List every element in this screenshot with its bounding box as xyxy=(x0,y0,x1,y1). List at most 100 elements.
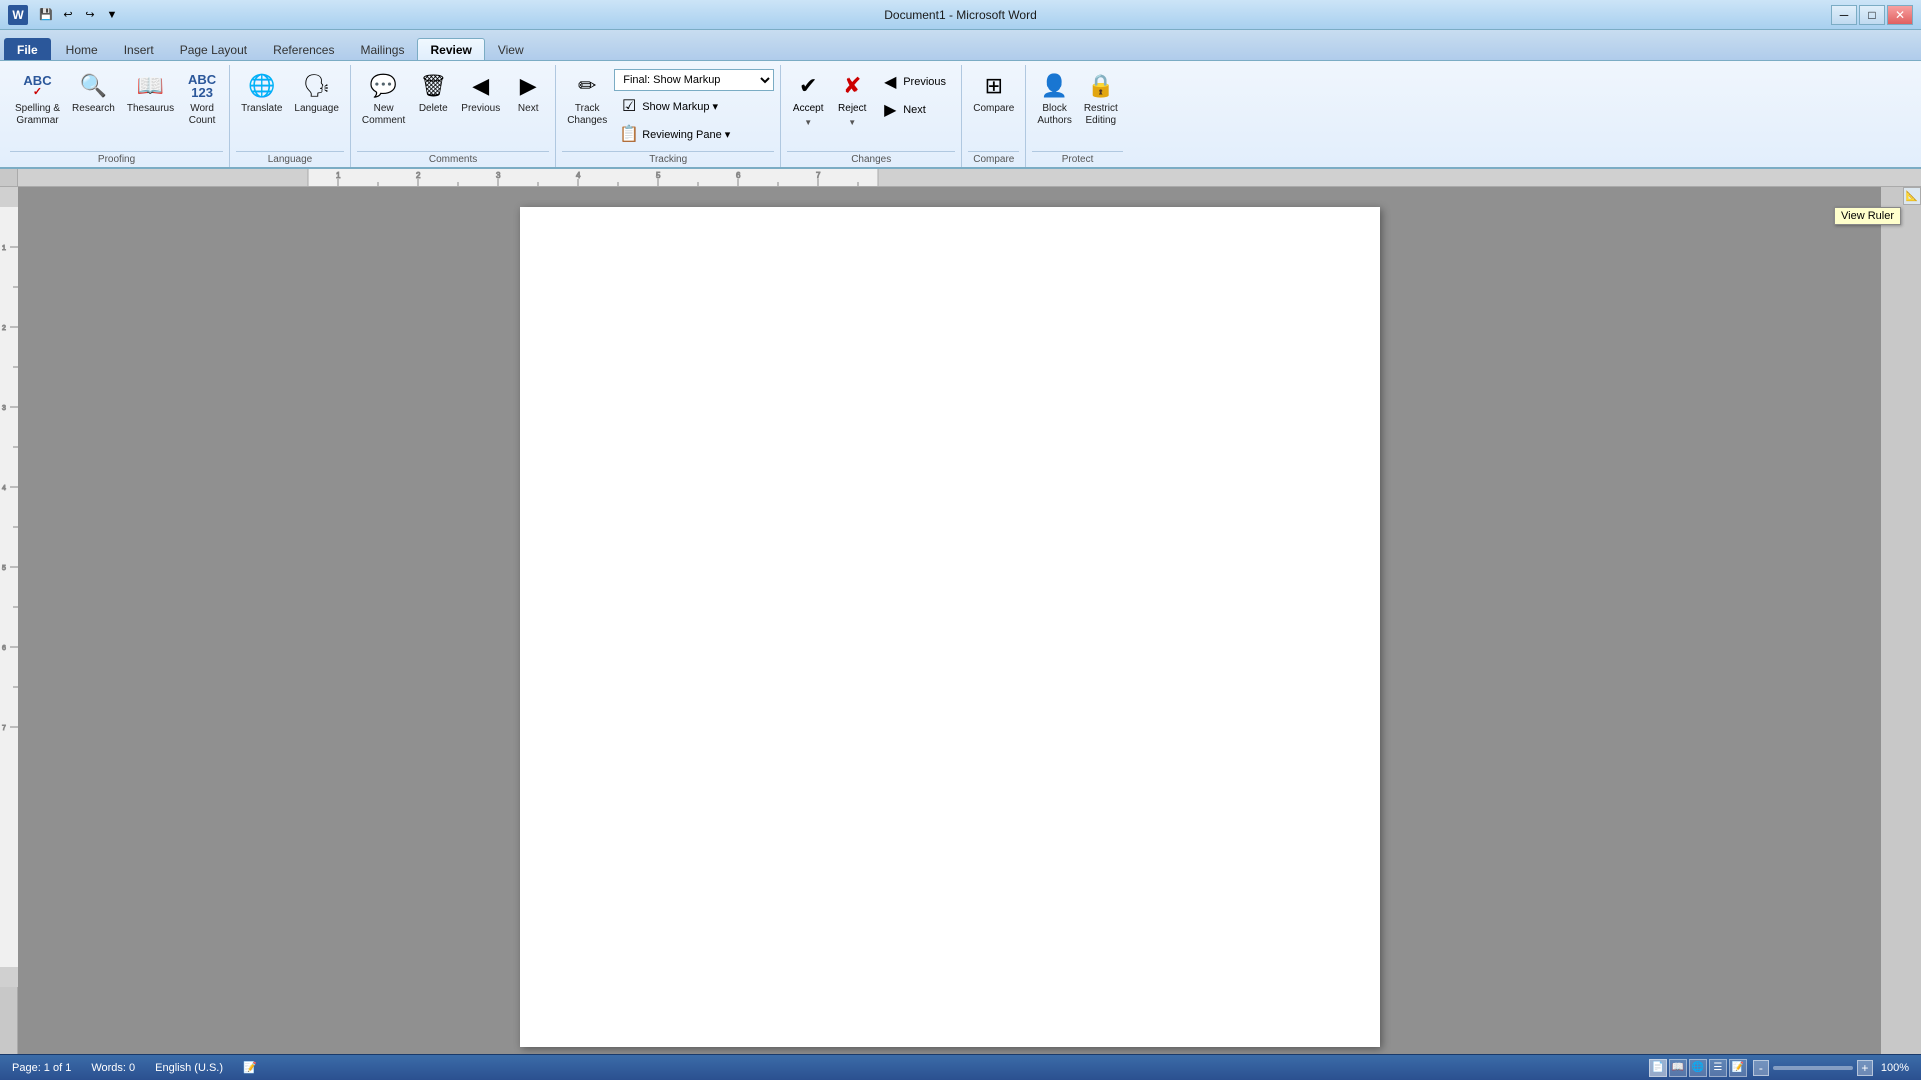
restrict-editing-button[interactable]: 🔒 RestrictEditing xyxy=(1079,67,1123,130)
svg-text:4: 4 xyxy=(576,171,581,180)
zoom-level[interactable]: 100% xyxy=(1877,1061,1913,1075)
reject-main-button[interactable]: ✘ Reject xyxy=(831,67,873,117)
document-area[interactable] xyxy=(18,187,1881,1067)
word-count-label: WordCount xyxy=(189,103,216,127)
tab-insert[interactable]: Insert xyxy=(111,38,167,60)
show-markup-button[interactable]: ☑ Show Markup ▾ xyxy=(614,93,774,119)
comments-group-label: Comments xyxy=(357,151,549,167)
group-protect: 👤 BlockAuthors 🔒 RestrictEditing Protect xyxy=(1026,65,1128,167)
previous-comment-button[interactable]: ◀ Previous xyxy=(456,67,505,118)
next-change-label: Next xyxy=(903,104,926,116)
svg-text:2: 2 xyxy=(2,325,6,332)
group-proofing: ABC ✓ Spelling &Grammar 🔍 Research 📖 The… xyxy=(4,65,230,167)
view-ruler-button[interactable]: 📐 xyxy=(1903,187,1921,205)
tab-page-layout[interactable]: Page Layout xyxy=(167,38,260,60)
tab-file[interactable]: File xyxy=(4,38,51,60)
web-layout-view[interactable]: 🌐 xyxy=(1689,1059,1707,1077)
language-status[interactable]: English (U.S.) xyxy=(151,1061,227,1075)
title-bar-controls: ─ □ ✕ xyxy=(1831,5,1913,25)
new-comment-button[interactable]: 💬 NewComment xyxy=(357,67,410,130)
print-layout-view[interactable]: 📄 xyxy=(1649,1059,1667,1077)
tab-review[interactable]: Review xyxy=(417,38,484,60)
word-count-button[interactable]: ABC 123 WordCount xyxy=(181,67,223,130)
accept-main-button[interactable]: ✔ Accept xyxy=(787,67,829,117)
ruler-corner xyxy=(0,169,18,186)
previous-change-label: Previous xyxy=(903,76,946,88)
right-side: 📐 View Ruler xyxy=(1881,187,1921,1067)
tab-home[interactable]: Home xyxy=(53,38,111,60)
changes-group-label: Changes xyxy=(787,151,955,167)
research-label: Research xyxy=(72,103,115,115)
save-quick-btn[interactable]: 💾 xyxy=(36,5,56,25)
reviewing-pane-button[interactable]: 📋 Reviewing Pane ▾ xyxy=(614,121,774,147)
protect-buttons: 👤 BlockAuthors 🔒 RestrictEditing xyxy=(1032,65,1122,149)
markup-dropdown[interactable]: Final: Show Markup Final Original: Show … xyxy=(614,69,774,91)
words-status[interactable]: Words: 0 xyxy=(87,1061,139,1075)
tab-view[interactable]: View xyxy=(485,38,537,60)
draft-view[interactable]: 📝 xyxy=(1729,1059,1747,1077)
page-status[interactable]: Page: 1 of 1 xyxy=(8,1061,75,1075)
undo-quick-btn[interactable]: ↩ xyxy=(58,5,78,25)
restrict-editing-icon: 🔒 xyxy=(1085,70,1117,102)
track-changes-label: TrackChanges xyxy=(567,103,607,127)
next-change-button[interactable]: ▶ Next xyxy=(875,97,955,123)
delete-comment-icon: 🗑 xyxy=(417,70,449,102)
maximize-button[interactable]: □ xyxy=(1859,5,1885,25)
svg-text:5: 5 xyxy=(656,171,661,180)
ribbon-content: ABC ✓ Spelling &Grammar 🔍 Research 📖 The… xyxy=(0,60,1921,167)
comments-buttons: 💬 NewComment 🗑 Delete ◀ Previous ▶ Next xyxy=(357,65,549,149)
language-button[interactable]: 🗣 Language xyxy=(289,67,344,118)
redo-quick-btn[interactable]: ↪ xyxy=(80,5,100,25)
delete-comment-button[interactable]: 🗑 Delete xyxy=(412,67,454,118)
block-authors-button[interactable]: 👤 BlockAuthors xyxy=(1032,67,1076,130)
ruler-main: 1 2 3 4 5 6 7 xyxy=(18,169,1921,186)
zoom-out-button[interactable]: - xyxy=(1753,1060,1769,1076)
previous-change-button[interactable]: ◀ Previous xyxy=(875,69,955,95)
tab-references[interactable]: References xyxy=(260,38,347,60)
svg-text:3: 3 xyxy=(2,405,6,412)
track-changes-button[interactable]: ✏ TrackChanges xyxy=(562,67,612,130)
compare-button[interactable]: ⊞ Compare xyxy=(968,67,1019,118)
reject-dropdown-button[interactable]: ▼ xyxy=(839,117,865,129)
thesaurus-label: Thesaurus xyxy=(127,103,174,115)
tab-mailings[interactable]: Mailings xyxy=(347,38,417,60)
language-label: Language xyxy=(294,103,339,115)
ribbon: File Home Insert Page Layout References … xyxy=(0,30,1921,169)
zoom-slider[interactable] xyxy=(1773,1066,1853,1070)
next-comment-label: Next xyxy=(518,103,539,115)
svg-text:1: 1 xyxy=(2,245,6,252)
app-icon: W xyxy=(8,5,28,25)
title-bar: W 💾 ↩ ↪ ▼ Document1 - Microsoft Word ─ □… xyxy=(0,0,1921,30)
research-button[interactable]: 🔍 Research xyxy=(67,67,120,118)
quick-access-toolbar: 💾 ↩ ↪ ▼ xyxy=(32,5,126,25)
track-changes-icon: ✏ xyxy=(571,70,603,102)
group-compare: ⊞ Compare Compare xyxy=(962,65,1026,167)
proofing-buttons: ABC ✓ Spelling &Grammar 🔍 Research 📖 The… xyxy=(10,65,223,149)
next-change-icon: ▶ xyxy=(880,100,900,120)
customize-quick-btn[interactable]: ▼ xyxy=(102,5,122,25)
compare-label: Compare xyxy=(973,103,1014,115)
close-button[interactable]: ✕ xyxy=(1887,5,1913,25)
next-comment-button[interactable]: ▶ Next xyxy=(507,67,549,118)
group-comments: 💬 NewComment 🗑 Delete ◀ Previous ▶ Next … xyxy=(351,65,556,167)
vertical-ruler: 1 2 3 4 5 6 7 xyxy=(0,187,18,1067)
outline-view[interactable]: ☰ xyxy=(1709,1059,1727,1077)
translate-button[interactable]: 🌐 Translate xyxy=(236,67,287,118)
document-page[interactable] xyxy=(520,207,1380,1047)
compare-icon: ⊞ xyxy=(978,70,1010,102)
delete-comment-label: Delete xyxy=(419,103,448,115)
minimize-button[interactable]: ─ xyxy=(1831,5,1857,25)
status-right: 📄 📖 🌐 ☰ 📝 - + 100% xyxy=(1649,1059,1913,1077)
zoom-in-button[interactable]: + xyxy=(1857,1060,1873,1076)
full-screen-view[interactable]: 📖 xyxy=(1669,1059,1687,1077)
language-icon: 🗣 xyxy=(301,70,333,102)
thesaurus-button[interactable]: 📖 Thesaurus xyxy=(122,67,179,118)
accept-dropdown-button[interactable]: ▼ xyxy=(795,117,821,129)
language-group-label: Language xyxy=(236,151,344,167)
translate-icon: 🌐 xyxy=(246,70,278,102)
spelling-grammar-button[interactable]: ABC ✓ Spelling &Grammar xyxy=(10,67,65,130)
reject-icon: ✘ xyxy=(836,70,868,102)
view-icons: 📄 📖 🌐 ☰ 📝 xyxy=(1649,1059,1747,1077)
previous-change-icon: ◀ xyxy=(880,72,900,92)
svg-text:6: 6 xyxy=(2,645,6,652)
